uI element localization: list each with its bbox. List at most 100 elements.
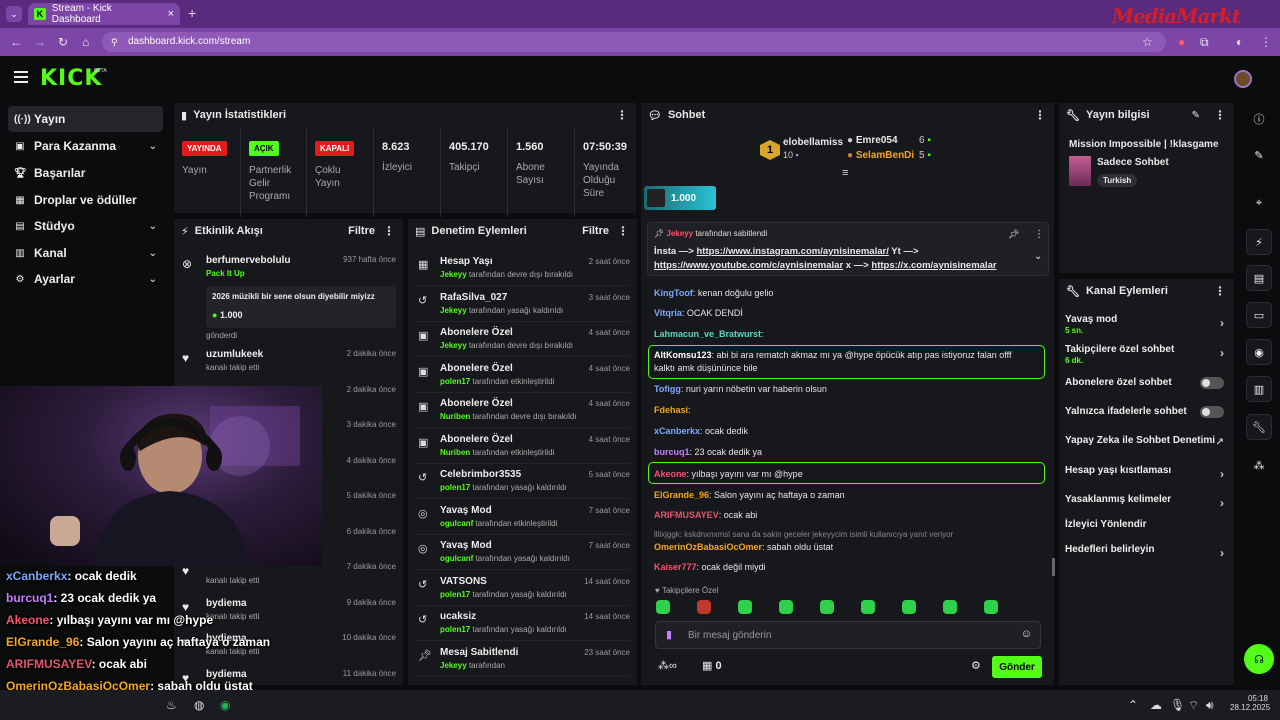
channel-points-icon[interactable]: ⁂∞ bbox=[658, 659, 677, 672]
send-button[interactable]: Gönder bbox=[992, 656, 1042, 678]
bookmark-star-icon[interactable]: ☆ bbox=[1142, 35, 1153, 49]
emote-button[interactable] bbox=[697, 600, 711, 614]
chat-username[interactable]: Kaiser777 bbox=[654, 562, 697, 572]
user-avatar[interactable] bbox=[1234, 70, 1252, 88]
channel-action-item[interactable]: Hesap yaşı kısıtlaması › bbox=[1065, 465, 1228, 481]
activity-user[interactable]: bydiema bbox=[206, 598, 247, 609]
new-tab-icon[interactable]: + bbox=[188, 5, 196, 21]
points-counter[interactable]: ▦ 0 bbox=[702, 659, 722, 672]
chat-username[interactable]: burcuq1 bbox=[654, 447, 690, 457]
moderation-item[interactable]: ▣ Abonelere Özel 4 saat önce Nuriben tarafı… bbox=[414, 394, 630, 428]
leader-name[interactable]: elobellamiss bbox=[783, 137, 843, 148]
sidebar-item-ayarlar[interactable]: ⚙ Ayarlar ⌄ bbox=[8, 266, 163, 292]
emote-button[interactable] bbox=[656, 600, 670, 614]
activity-filter-button[interactable]: Filtre bbox=[348, 225, 375, 237]
microphone-icon[interactable]: ▮ bbox=[666, 628, 672, 641]
sidebar-item-droplar[interactable]: ▦ Droplar ve ödüller bbox=[8, 187, 163, 213]
moderation-filter-button[interactable]: Filtre bbox=[582, 225, 609, 237]
stats-menu-icon[interactable]: ⋮ bbox=[616, 108, 628, 122]
browser-menu-icon[interactable]: ⋮ bbox=[1260, 35, 1272, 49]
chat-username[interactable]: xCanberkx bbox=[654, 426, 700, 436]
toggle-switch[interactable] bbox=[1200, 406, 1224, 418]
edit-pencil-icon[interactable]: ✎ bbox=[1192, 110, 1200, 121]
home-icon[interactable]: ⌂ bbox=[82, 35, 89, 49]
hamburger-menu-icon[interactable] bbox=[14, 71, 28, 83]
chat-scrollbar[interactable] bbox=[1052, 558, 1055, 576]
steam-icon[interactable]: ♨ bbox=[166, 698, 177, 712]
chat-username[interactable]: KingToof bbox=[654, 288, 693, 298]
chat-username[interactable]: OmerinOzBabasiOcOmer bbox=[654, 542, 762, 552]
moderation-menu-icon[interactable]: ⋮ bbox=[617, 224, 629, 238]
tray-mic-icon[interactable]: 🎙︎ bbox=[1170, 698, 1185, 712]
toggle-switch[interactable] bbox=[1200, 377, 1224, 389]
tray-sync-icon[interactable]: ☁ bbox=[1150, 698, 1162, 712]
sidebar-item-kanal[interactable]: ▥ Kanal ⌄ bbox=[8, 240, 163, 266]
x-link[interactable]: https://x.com/aynisinemalar bbox=[871, 260, 996, 271]
chat-menu-icon[interactable]: ⋮ bbox=[1034, 108, 1046, 122]
tray-expand-icon[interactable]: ⌃ bbox=[1128, 698, 1138, 712]
moderation-item[interactable]: ↺ ucaksiz 14 saat önce polen17 tarafından y… bbox=[414, 607, 630, 641]
kick-goal-bar[interactable]: 1.000 bbox=[644, 186, 716, 210]
sidebar-item-basarilar[interactable]: 🏆︎ Başarılar bbox=[8, 160, 163, 186]
expand-leaderboard-icon[interactable]: ≡ bbox=[842, 167, 848, 179]
info-icon[interactable]: ⓘ bbox=[1246, 106, 1272, 132]
browser-tab[interactable]: K Stream - Kick Dashboard × bbox=[28, 3, 180, 25]
category-name[interactable]: Sadece Sohbet bbox=[1097, 157, 1169, 168]
unpin-icon[interactable]: 📌︎ bbox=[1008, 229, 1019, 240]
extensions-puzzle-icon[interactable]: ⧉ bbox=[1200, 35, 1209, 50]
language-tag[interactable]: Turkish bbox=[1097, 174, 1138, 187]
document-icon[interactable]: ▤ bbox=[1246, 265, 1272, 291]
chat-username[interactable]: ElGrande_96 bbox=[654, 490, 709, 500]
chat-username[interactable]: Fdehasi bbox=[654, 405, 688, 415]
emote-button[interactable] bbox=[779, 600, 793, 614]
emoji-icon[interactable]: ☺ bbox=[1021, 628, 1032, 640]
back-icon[interactable]: ← bbox=[10, 35, 22, 49]
profile-avatar-icon[interactable]: ◐ bbox=[1236, 35, 1243, 49]
pinned-expand-chevron-icon[interactable]: ⌄ bbox=[1034, 251, 1042, 262]
youtube-link[interactable]: https://www.youtube.com/c/aynisinemalar bbox=[654, 260, 843, 271]
moderation-item[interactable]: ↺ Celebrimbor3535 5 saat önce polen17 taraf… bbox=[414, 465, 630, 499]
chat-username[interactable]: Tofigg bbox=[654, 384, 681, 394]
channel-action-item[interactable]: Hedefleri belirleyin › bbox=[1065, 544, 1228, 560]
sidebar-item-yayin[interactable]: ((·)) Yayın bbox=[8, 106, 163, 132]
sidebar-item-para-kazanma[interactable]: ▣ Para Kazanma ⌄ bbox=[8, 133, 163, 159]
instagram-link[interactable]: https://www.instagram.com/aynisinemalar/ bbox=[697, 246, 889, 257]
activity-user[interactable]: berfumervebolulu bbox=[206, 255, 290, 266]
chat-settings-gear-icon[interactable]: ⚙ bbox=[971, 659, 981, 672]
channel-action-item[interactable]: Yapay Zeka ile Sohbet Denetimi ↗ bbox=[1065, 435, 1228, 448]
shapes-icon[interactable]: ⁂ bbox=[1246, 452, 1272, 478]
chat-username[interactable]: ARIFMUSAYEV bbox=[654, 510, 719, 520]
third-place[interactable]: ● SelamBenDi bbox=[847, 150, 914, 161]
wrench-icon[interactable]: 🔧︎ bbox=[1246, 414, 1272, 440]
moderation-item[interactable]: ◎ Yavaş Mod 7 saat önce ogulcanf tarafından… bbox=[414, 536, 630, 570]
channel-action-item[interactable]: Yavaş mod 5 sn. › bbox=[1065, 314, 1228, 335]
lightning-icon[interactable]: ⚡︎ bbox=[1246, 229, 1272, 255]
channel-action-item[interactable]: Abonelere özel sohbet bbox=[1065, 377, 1228, 389]
forward-icon[interactable]: → bbox=[34, 35, 46, 49]
url-field[interactable]: ⚲ dashboard.kick.com/stream bbox=[102, 32, 1166, 52]
emote-button[interactable] bbox=[943, 600, 957, 614]
activity-menu-icon[interactable]: ⋮ bbox=[383, 224, 395, 238]
activity-user[interactable]: uzumlukeek bbox=[206, 349, 263, 360]
chat-icon[interactable]: ▭ bbox=[1246, 302, 1272, 328]
layout-icon[interactable]: ▥ bbox=[1246, 376, 1272, 402]
moderation-item[interactable]: ▣ Abonelere Özel 4 saat önce Jekeyy tarafın… bbox=[414, 323, 630, 357]
reload-icon[interactable]: ↻ bbox=[58, 35, 68, 49]
category-thumbnail[interactable] bbox=[1069, 156, 1091, 186]
tray-wifi-icon[interactable]: ⌔ bbox=[1188, 698, 1199, 713]
pencil-icon[interactable]: ✎ bbox=[1246, 142, 1272, 168]
channel-action-item[interactable]: Yasaklanmış kelimeler › bbox=[1065, 494, 1228, 510]
chat-input[interactable]: ▮ Bir mesaj gönderin ☺ bbox=[655, 621, 1041, 649]
emote-button[interactable] bbox=[738, 600, 752, 614]
close-tab-icon[interactable]: × bbox=[168, 8, 174, 20]
emote-button[interactable] bbox=[902, 600, 916, 614]
moderation-item[interactable]: ↺ RafaSilva_027 3 saat önce Jekeyy tarafınd… bbox=[414, 288, 630, 322]
moderation-item[interactable]: ▣ Abonelere Özel 4 saat önce polen17 tarafı… bbox=[414, 359, 630, 393]
channel-action-item[interactable]: İzleyici Yönlendir bbox=[1065, 519, 1228, 530]
taskbar-clock[interactable]: 05:18 28.12.2025 bbox=[1230, 694, 1270, 712]
spotify-icon[interactable]: ◉ bbox=[220, 698, 230, 712]
sidebar-item-studyo[interactable]: ▤ Stüdyo ⌄ bbox=[8, 213, 163, 239]
site-info-icon[interactable]: ⚲ bbox=[111, 32, 118, 52]
discord-icon[interactable]: ◍ bbox=[194, 698, 204, 712]
tab-menu-chevron-icon[interactable]: ⌄ bbox=[6, 6, 22, 22]
